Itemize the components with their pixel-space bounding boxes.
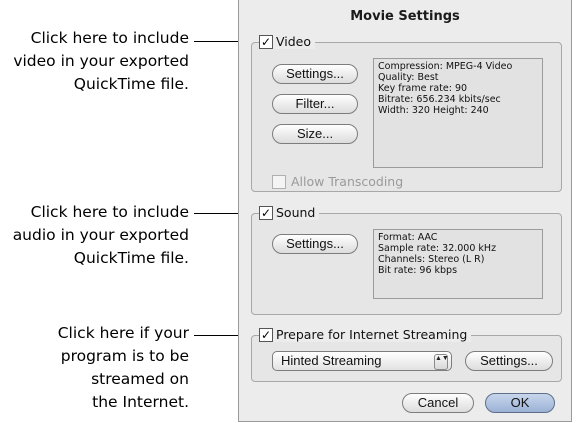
sound-label: Sound [276, 205, 316, 220]
callout-line: Click here if your [57, 324, 189, 342]
streaming-settings-button[interactable]: Settings... [465, 351, 553, 371]
sound-settings-button[interactable]: Settings... [272, 234, 358, 254]
streaming-label: Prepare for Internet Streaming [276, 327, 468, 342]
callout-line: QuickTime file. [73, 249, 189, 267]
video-info-panel: Compression: MPEG-4 Video Quality: Best … [373, 58, 543, 168]
dialog-title: Movie Settings [350, 9, 460, 24]
sound-info-line: Bit rate: 96 kbps [378, 265, 458, 276]
sound-info-line: Sample rate: 32.000 kHz [378, 243, 497, 254]
video-info-line: Width: 320 Height: 240 [378, 105, 489, 116]
callout-line: program is to be [60, 347, 189, 365]
callout-streaming: Click here if your program is to be stre… [58, 322, 189, 414]
video-info-line: Quality: Best [378, 72, 439, 83]
video-label: Video [276, 34, 312, 49]
video-info-line: Key frame rate: 90 [378, 83, 468, 94]
ok-button[interactable]: OK [485, 393, 555, 413]
streaming-type-popup[interactable]: Hinted Streaming ▲▼ [272, 351, 452, 371]
callout-video: Click here to include video in your expo… [13, 27, 189, 96]
sound-info-panel: Format: AAC Sample rate: 32.000 kHz Chan… [373, 229, 543, 299]
sound-checkbox[interactable]: ✓ [259, 205, 273, 220]
video-checkbox[interactable]: ✓ [259, 34, 273, 49]
sound-checkbox-row[interactable]: ✓ Sound [259, 205, 320, 220]
video-size-button[interactable]: Size... [272, 124, 358, 144]
sound-info-line: Format: AAC [378, 232, 438, 243]
allow-transcoding-label: Allow Transcoding [291, 174, 404, 189]
video-filter-button[interactable]: Filter... [272, 94, 358, 114]
popup-arrows-icon: ▲▼ [434, 354, 449, 370]
video-group: Settings... Filter... Size... Compressio… [251, 42, 562, 192]
streaming-checkbox[interactable]: ✓ [259, 327, 273, 342]
video-info-line: Compression: MPEG-4 Video [378, 61, 513, 72]
callout-line: audio in your exported [12, 226, 189, 244]
callout-sound: Click here to include audio in your expo… [13, 201, 189, 270]
video-checkbox-row[interactable]: ✓ Video [259, 34, 316, 49]
movie-settings-dialog: Movie Settings Settings... Filter... Siz… [238, 0, 572, 422]
callout-line: the Internet. [92, 393, 189, 411]
streaming-checkbox-row[interactable]: ✓ Prepare for Internet Streaming [259, 327, 472, 342]
cancel-button[interactable]: Cancel [402, 393, 474, 413]
callout-line: video in your exported [13, 52, 189, 70]
sound-info-line: Channels: Stereo (L R) [378, 254, 485, 265]
streaming-group: Hinted Streaming ▲▼ Settings... [251, 335, 562, 382]
allow-transcoding-row: Allow Transcoding [272, 174, 403, 189]
callout-line: Click here to include [30, 29, 189, 47]
callout-line: Click here to include [30, 203, 189, 221]
streaming-type-value: Hinted Streaming [281, 353, 382, 368]
callout-line: QuickTime file. [73, 75, 189, 93]
callout-line: streamed on [91, 370, 189, 388]
video-info-line: Bitrate: 656.234 kbits/sec [378, 94, 501, 105]
video-settings-button[interactable]: Settings... [272, 64, 358, 84]
allow-transcoding-checkbox [272, 174, 286, 189]
sound-group: Settings... Format: AAC Sample rate: 32.… [251, 213, 562, 315]
